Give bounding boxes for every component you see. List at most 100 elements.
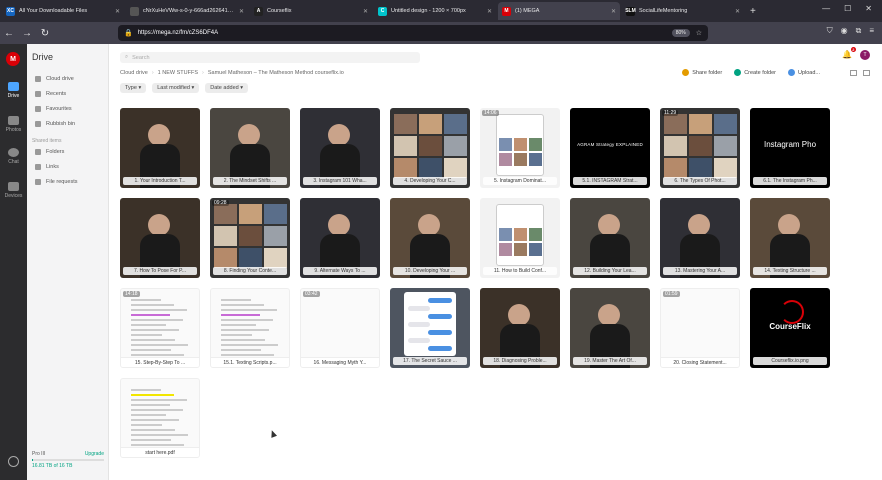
share-folder-button[interactable]: Share folder bbox=[682, 69, 722, 76]
shield-icon[interactable]: ⛉ bbox=[827, 26, 833, 36]
file-card[interactable]: AGRAM Strategy EXPLAINED 5.1. INSTAGRAM S… bbox=[570, 108, 650, 188]
tab-close-icon[interactable]: ✕ bbox=[239, 8, 244, 15]
new-tab-button[interactable]: + bbox=[750, 6, 756, 17]
file-card[interactable]: 09:28 8. Finding Your Conte... bbox=[210, 198, 290, 278]
tab-close-icon[interactable]: ✕ bbox=[487, 8, 492, 15]
sidebar-item-folders[interactable]: Folders bbox=[35, 149, 64, 155]
file-card[interactable]: 15.1. Texting Scripts.p... bbox=[210, 288, 290, 368]
search-input[interactable]: ⌕ Search bbox=[120, 52, 420, 63]
rail-devices[interactable]: Devices bbox=[0, 182, 27, 199]
file-card[interactable]: 12. Building Your Lea... bbox=[570, 198, 650, 278]
browser-tab[interactable]: C Untitled design - 1200 × 700px ✕ bbox=[374, 2, 496, 20]
avatar[interactable]: T bbox=[860, 50, 870, 60]
file-card[interactable]: 3. Instagram 101 Wha... bbox=[300, 108, 380, 188]
grid-view-icon[interactable] bbox=[863, 70, 870, 76]
file-card[interactable]: 19. Master The Art Of... bbox=[570, 288, 650, 368]
file-card[interactable]: 18. Diagnosing Proble... bbox=[480, 288, 560, 368]
tab-close-icon[interactable]: ✕ bbox=[611, 8, 616, 15]
thumbnail-collage-tile bbox=[394, 136, 417, 156]
settings-icon[interactable] bbox=[8, 456, 19, 467]
file-name-label: 19. Master The Art Of... bbox=[573, 357, 647, 365]
file-card[interactable]: 7. How To Pose For P... bbox=[120, 198, 200, 278]
maximize-icon[interactable]: ☐ bbox=[844, 4, 851, 13]
minimize-icon[interactable]: — bbox=[822, 4, 830, 13]
filter-type[interactable]: Type ▾ bbox=[120, 83, 147, 93]
browser-tab[interactable]: XC All Your Downloadable Files ✕ bbox=[2, 2, 124, 20]
file-card[interactable]: 01:59 20. Closing Statement... bbox=[660, 288, 740, 368]
file-card[interactable]: 11:29 6. The Types Of Phot... bbox=[660, 108, 740, 188]
file-card[interactable]: CourseFlix Courseflix.io.png bbox=[750, 288, 830, 368]
file-card[interactable]: 14:18 15. Step-By-Step To ... bbox=[120, 288, 200, 368]
sidebar-item-rubbish-bin[interactable]: Rubbish bin bbox=[35, 121, 75, 127]
browser-tab[interactable]: SLM SocialLifeMentoring ✕ bbox=[622, 2, 744, 20]
thumbnail-phone-tile bbox=[514, 228, 527, 241]
file-card[interactable]: 10. Developing Your ... bbox=[390, 198, 470, 278]
tab-close-icon[interactable]: ✕ bbox=[735, 8, 740, 15]
file-card[interactable]: 14:06 5. Instagram Dominat... bbox=[480, 108, 560, 188]
file-card[interactable]: start here.pdf bbox=[120, 378, 200, 458]
file-card[interactable]: 2. The Mindset Shifts ... bbox=[210, 108, 290, 188]
breadcrumb-item[interactable]: 1 NEW STUFFS bbox=[158, 70, 198, 76]
back-icon[interactable]: ← bbox=[0, 28, 18, 39]
browser-tab[interactable]: A Courseflix ✕ bbox=[250, 2, 372, 20]
rail-drive[interactable]: Drive bbox=[0, 82, 27, 99]
zoom-level[interactable]: 80% bbox=[671, 29, 690, 37]
file-card[interactable]: 03:42 16. Messaging Myth Y... bbox=[300, 288, 380, 368]
thumbnail-phone-tile bbox=[514, 138, 527, 151]
account-icon[interactable]: ◉ bbox=[841, 26, 848, 36]
file-card[interactable]: 11. How to Build Conf... bbox=[480, 198, 560, 278]
browser-tab[interactable]: M (1) MEGA ✕ bbox=[498, 2, 620, 20]
tab-close-icon[interactable]: ✕ bbox=[115, 8, 120, 15]
sidebar-item-file-requests[interactable]: File requests bbox=[35, 179, 78, 185]
close-window-icon[interactable]: ✕ bbox=[865, 4, 872, 13]
file-card[interactable]: 14. Texting Structure ... bbox=[750, 198, 830, 278]
list-view-icon[interactable] bbox=[850, 70, 857, 76]
reload-icon[interactable]: ↻ bbox=[36, 28, 54, 39]
sidebar-item-favourites[interactable]: Favourites bbox=[35, 106, 72, 112]
menu-icon[interactable]: ≡ bbox=[869, 26, 874, 36]
devices-icon bbox=[8, 182, 19, 191]
file-card[interactable]: 17. The Secret Sauce ... bbox=[390, 288, 470, 368]
file-card[interactable]: 4. Developing Your C... bbox=[390, 108, 470, 188]
file-card[interactable]: 1. Your Introduction T... bbox=[120, 108, 200, 188]
file-card[interactable]: 13. Mastering Your A... bbox=[660, 198, 740, 278]
file-name-label: Courseflix.io.png bbox=[753, 357, 827, 365]
thumbnail-doc-line bbox=[131, 299, 161, 301]
notification-bell-icon[interactable]: 🔔 2 bbox=[842, 47, 856, 60]
mega-logo[interactable]: M bbox=[6, 52, 20, 66]
sidebar-item-recents[interactable]: Recents bbox=[35, 91, 66, 97]
breadcrumb-item[interactable]: Samuel Matheson – The Matheson Method co… bbox=[208, 70, 344, 76]
thumbnail-person-head bbox=[598, 214, 620, 236]
file-name-label: 13. Mastering Your A... bbox=[663, 267, 737, 275]
sidebar-item-links[interactable]: Links bbox=[35, 164, 59, 170]
thumbnail-person-head bbox=[148, 214, 170, 236]
thumbnail-collage-tile bbox=[714, 136, 737, 156]
tab-close-icon[interactable]: ✕ bbox=[363, 8, 368, 15]
thumbnail-phone-tile bbox=[529, 228, 542, 241]
browser-tab-strip: + XC All Your Downloadable Files ✕ cNrXuHeV… bbox=[0, 0, 882, 22]
upgrade-link[interactable]: Upgrade bbox=[85, 451, 104, 457]
url-bar[interactable]: 🔒 https://mega.nz/fm/cZS6DF4A 80% ☆ bbox=[118, 25, 708, 41]
rail-chat[interactable]: Chat bbox=[0, 148, 27, 165]
create-folder-button[interactable]: Create folder bbox=[734, 69, 776, 76]
file-name-label: 5.1. INSTAGRAM Strat... bbox=[573, 177, 647, 185]
extensions-icon[interactable]: ⧉ bbox=[856, 26, 862, 36]
filter-last-modified[interactable]: Last modified ▾ bbox=[152, 83, 200, 93]
thumbnail-collage-tile bbox=[419, 158, 442, 178]
browser-tab[interactable]: cNrXuHeVWw-s-0-y-666ad2626419fe4f0 ✕ bbox=[126, 2, 248, 20]
file-card[interactable]: 9. Alternate Ways To ... bbox=[300, 198, 380, 278]
file-card[interactable]: Instagram Pho 6.1. The Instagram Ph... bbox=[750, 108, 830, 188]
filter-date-added[interactable]: Date added ▾ bbox=[205, 83, 248, 93]
thumbnail-person-head bbox=[418, 214, 440, 236]
breadcrumb-item[interactable]: Cloud drive bbox=[120, 70, 148, 76]
thumbnail-doc-line bbox=[131, 329, 179, 331]
file-name-label: 8. Finding Your Conte... bbox=[213, 267, 287, 275]
thumbnail-collage-tile bbox=[689, 136, 712, 156]
rail-photos[interactable]: Photos bbox=[0, 116, 27, 133]
sidebar-item-cloud-drive[interactable]: Cloud drive bbox=[35, 76, 74, 82]
forward-icon[interactable]: → bbox=[18, 28, 36, 39]
filter-label: Date added bbox=[210, 85, 239, 91]
bookmark-star-icon[interactable]: ☆ bbox=[696, 29, 702, 37]
thumbnail-collage-tile bbox=[444, 136, 467, 156]
upload-button[interactable]: Upload... bbox=[787, 69, 820, 76]
